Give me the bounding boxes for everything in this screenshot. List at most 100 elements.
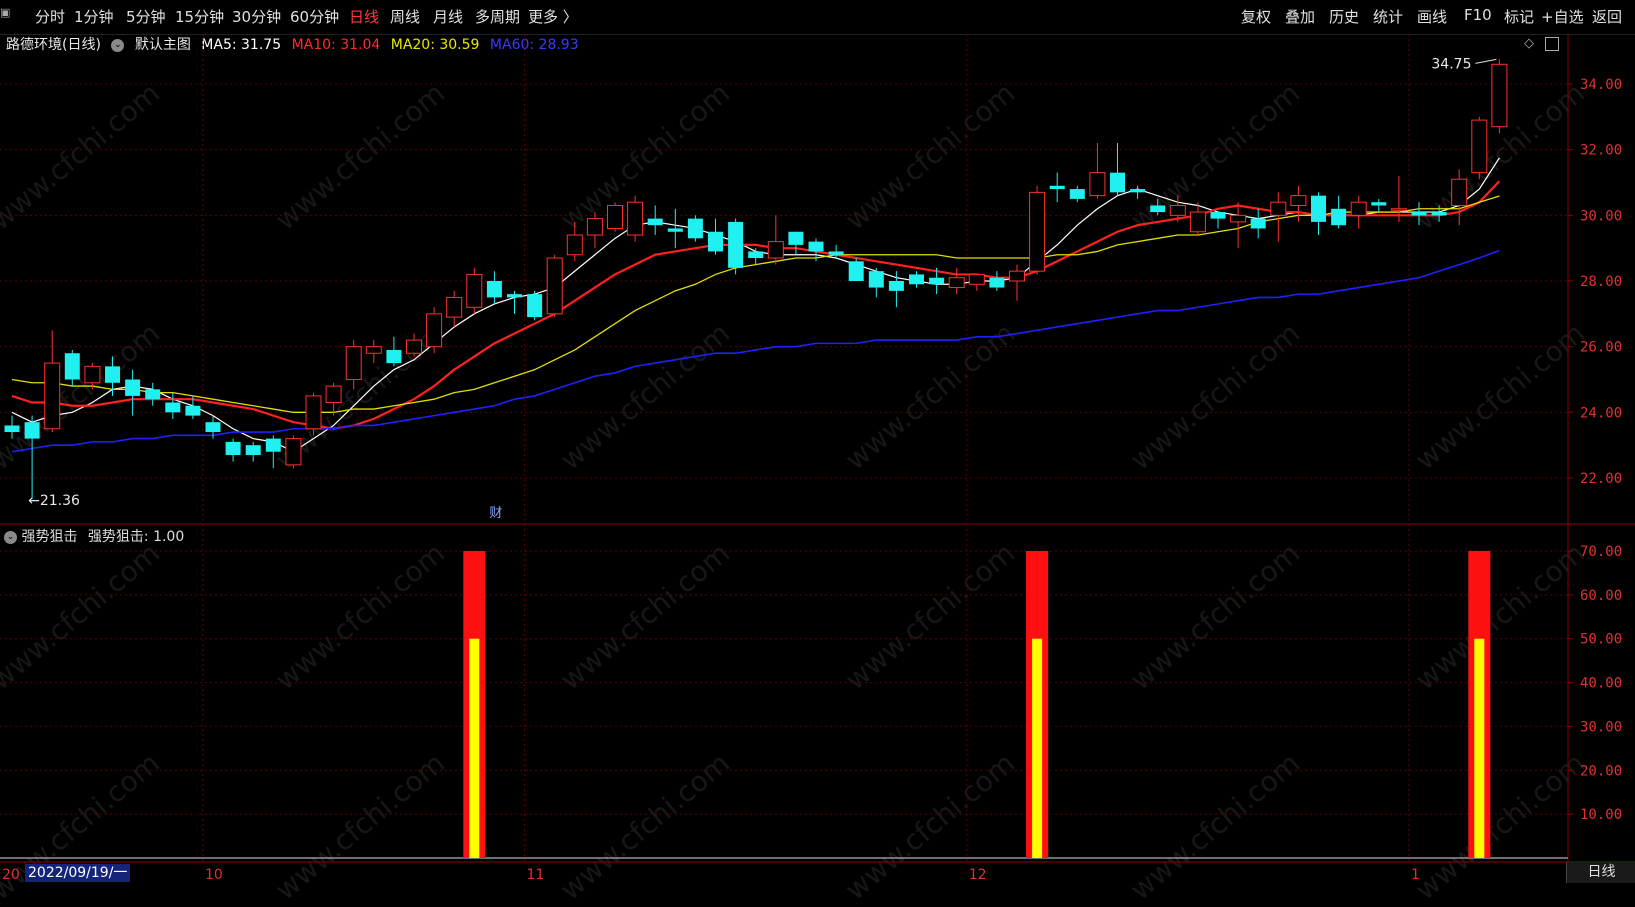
candle-body xyxy=(1110,172,1125,193)
candle xyxy=(1350,195,1367,229)
candle xyxy=(507,290,522,314)
candle xyxy=(667,208,683,249)
candle-body xyxy=(627,201,644,236)
candle-body xyxy=(1069,189,1085,199)
candle xyxy=(1049,172,1065,203)
candle-body xyxy=(145,389,161,400)
candle xyxy=(325,382,342,416)
candle xyxy=(125,369,141,416)
candle xyxy=(748,248,764,265)
candle-body xyxy=(848,261,864,281)
candle xyxy=(868,267,884,298)
candle-body xyxy=(868,271,884,288)
candle-body xyxy=(1451,178,1468,206)
candle xyxy=(767,215,784,265)
candle-body xyxy=(1210,212,1226,219)
candle-body xyxy=(728,221,744,268)
candle-body xyxy=(1270,201,1287,216)
candle-body xyxy=(1089,172,1106,197)
candle-body xyxy=(1130,189,1146,193)
candle-body xyxy=(105,366,120,383)
candle xyxy=(44,330,61,433)
signal-bar xyxy=(463,551,486,858)
candle xyxy=(245,441,261,462)
candle-body xyxy=(1169,204,1186,216)
candle-body xyxy=(888,281,904,291)
candle-body xyxy=(1009,270,1025,282)
candle-body xyxy=(808,241,824,252)
candle-body xyxy=(1411,212,1427,216)
candle xyxy=(64,349,80,387)
candle-body xyxy=(566,234,583,256)
candle-body xyxy=(1049,185,1065,190)
candle-body xyxy=(909,274,924,285)
y-tick-label: 34.00 xyxy=(1580,77,1622,93)
y-tick-label: 28.00 xyxy=(1580,274,1622,290)
y-tick-label: 40.00 xyxy=(1580,676,1622,692)
candle xyxy=(708,218,723,255)
candle xyxy=(225,438,241,462)
candle-body xyxy=(265,438,281,452)
y-tick-label: 30.00 xyxy=(1580,208,1622,224)
candle-body xyxy=(647,218,663,226)
candle-body xyxy=(1029,191,1046,272)
x-tick-label: 11 xyxy=(527,867,545,883)
candle-body xyxy=(386,349,402,364)
candle xyxy=(486,271,502,304)
x-tick-label: 12 xyxy=(969,867,987,883)
candle-body xyxy=(486,281,502,298)
candle-body xyxy=(968,273,985,285)
y-tick-label: 50.00 xyxy=(1580,632,1622,648)
candle-body xyxy=(1431,212,1447,216)
candle xyxy=(1250,208,1266,239)
candle xyxy=(24,415,40,500)
period-badge[interactable]: 日线 xyxy=(1566,862,1635,883)
candle-body xyxy=(245,445,261,456)
kline-chart[interactable]: 22.00 24.00 26.00 28.00 30.00 32.00 34.00 10.00… xyxy=(0,0,1635,883)
candle xyxy=(546,254,563,318)
candle-body xyxy=(1491,63,1508,128)
candle xyxy=(365,340,382,364)
candle xyxy=(145,382,161,406)
candle-body xyxy=(989,277,1005,288)
candle-body xyxy=(305,395,322,430)
y-tick-label: 24.00 xyxy=(1580,405,1622,421)
candle-body xyxy=(948,277,965,289)
y-tick-label: 70.00 xyxy=(1580,544,1622,560)
y-tick-label: 26.00 xyxy=(1580,340,1622,356)
high-price-label: 34.75 xyxy=(1431,56,1471,72)
candle xyxy=(989,271,1005,291)
candle-body xyxy=(84,365,101,384)
candle-body xyxy=(1371,202,1387,206)
candle xyxy=(527,290,543,321)
candle-body xyxy=(365,346,382,354)
candle xyxy=(566,221,583,262)
x-tick-label: 20 xyxy=(2,867,20,883)
y-tick-label: 30.00 xyxy=(1580,719,1622,735)
candle xyxy=(386,336,402,367)
candle-body xyxy=(1230,214,1247,223)
candle-body xyxy=(426,313,443,348)
candle xyxy=(4,415,20,439)
candle xyxy=(1331,195,1347,229)
candle-body xyxy=(748,251,764,259)
candle xyxy=(345,340,362,390)
candle xyxy=(285,435,302,469)
candle-body xyxy=(64,353,80,380)
candle xyxy=(1411,202,1427,226)
candle xyxy=(948,267,965,295)
candle xyxy=(1089,143,1106,199)
candle xyxy=(265,435,281,469)
candle xyxy=(848,258,864,281)
candle-body xyxy=(345,346,362,380)
candle-body xyxy=(607,204,623,229)
candle-body xyxy=(1250,218,1266,229)
y-tick-label: 20.00 xyxy=(1580,763,1622,779)
candle xyxy=(1451,169,1468,226)
candle xyxy=(1210,212,1226,229)
candle xyxy=(1270,192,1287,242)
candle-body xyxy=(325,385,342,403)
candle xyxy=(1069,185,1085,203)
candle xyxy=(607,202,623,232)
y-tick-label: 32.00 xyxy=(1580,143,1622,159)
